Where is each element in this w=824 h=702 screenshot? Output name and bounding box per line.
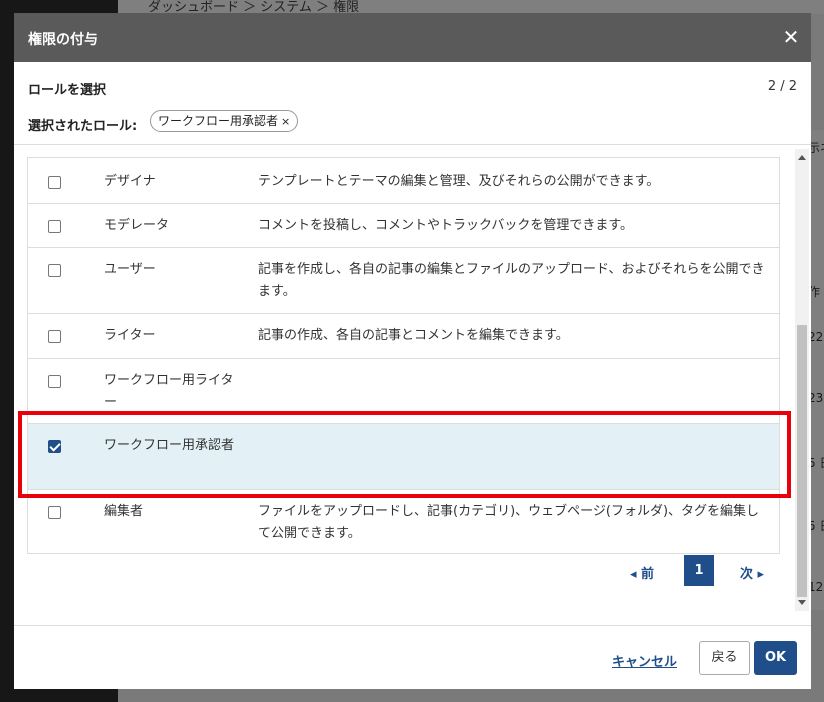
role-checkbox[interactable] [48, 264, 61, 277]
vertical-scrollbar[interactable] [795, 149, 809, 611]
scrollbar-thumb[interactable] [797, 325, 807, 597]
pagination: ◂ 前 1 次 ▸ [14, 553, 811, 586]
list-item[interactable]: ライター 記事の作成、各自の記事とコメントを編集できます。 [28, 314, 779, 359]
cancel-link[interactable]: キャンセル [612, 651, 677, 670]
role-description: コメントを投稿し、コメントやトラックバックを管理できます。 [258, 218, 634, 233]
step-counter: 2 / 2 [767, 79, 797, 94]
remove-tag-icon[interactable]: × [281, 115, 290, 128]
dialog-header: 権限の付与 ✕ [14, 13, 811, 62]
role-checkbox[interactable] [48, 375, 61, 388]
role-name: ワークフロー用ライター [104, 373, 234, 410]
back-button[interactable]: 戻る [699, 641, 750, 675]
role-name: ユーザー [104, 262, 156, 277]
role-description: テンプレートとテーマの編集と管理、及びそれらの公開ができます。 [258, 174, 660, 189]
selected-role-tag: ワークフロー用承認者 × [150, 110, 299, 132]
footer-divider [14, 625, 811, 626]
selected-role-tag-label: ワークフロー用承認者 [158, 114, 279, 128]
scroll-up-arrow-icon[interactable] [798, 155, 806, 160]
pagination-prev-link[interactable]: ◂ 前 [630, 563, 654, 582]
role-checkbox[interactable] [48, 330, 61, 343]
role-checkbox[interactable] [48, 220, 61, 233]
role-description: 記事を作成し、各自の記事の編集とファイルのアップロード、およびそれらを公開できま… [258, 262, 765, 299]
list-item[interactable]: モデレータ コメントを投稿し、コメントやトラックバックを管理できます。 [28, 204, 779, 248]
pagination-current-page[interactable]: 1 [684, 555, 714, 586]
ok-button[interactable]: OK [754, 641, 797, 675]
role-name: ワークフロー用承認者 [104, 438, 235, 453]
list-item[interactable]: 編集者 ファイルをアップロードし、記事(カテゴリ)、ウェブページ(フォルダ)、タ… [28, 490, 779, 553]
list-item-selected[interactable]: ワークフロー用承認者 [28, 424, 779, 490]
pagination-next-link[interactable]: 次 ▸ [740, 563, 764, 582]
close-icon[interactable]: ✕ [781, 27, 801, 47]
dialog-title: 権限の付与 [28, 32, 98, 48]
role-name: ライター [104, 328, 156, 343]
role-name: モデレータ [104, 218, 170, 233]
scroll-down-arrow-icon[interactable] [798, 600, 806, 605]
role-description: 記事の作成、各自の記事とコメントを編集できます。 [258, 328, 569, 343]
role-checkbox[interactable] [48, 176, 61, 189]
list-item[interactable]: デザイナ テンプレートとテーマの編集と管理、及びそれらの公開ができます。 [28, 158, 779, 204]
section-title: ロールを選択 [28, 83, 107, 98]
role-name: デザイナ [104, 174, 156, 189]
role-checkbox-checked[interactable] [48, 440, 61, 453]
grant-permission-dialog: 権限の付与 ✕ ロールを選択 2 / 2 選択されたロール: ワークフロー用承認… [14, 13, 811, 689]
list-item[interactable]: ユーザー 記事を作成し、各自の記事の編集とファイルのアップロード、およびそれらを… [28, 248, 779, 314]
selected-roles-label: 選択されたロール: [28, 119, 138, 134]
role-name: 編集者 [104, 504, 144, 519]
list-item[interactable]: ワークフロー用ライター [28, 359, 779, 424]
role-checkbox[interactable] [48, 506, 61, 519]
role-list: デザイナ テンプレートとテーマの編集と管理、及びそれらの公開ができます。 モデレ… [27, 157, 780, 554]
role-description: ファイルをアップロードし、記事(カテゴリ)、ウェブページ(フォルダ)、タグを編集… [258, 504, 760, 541]
